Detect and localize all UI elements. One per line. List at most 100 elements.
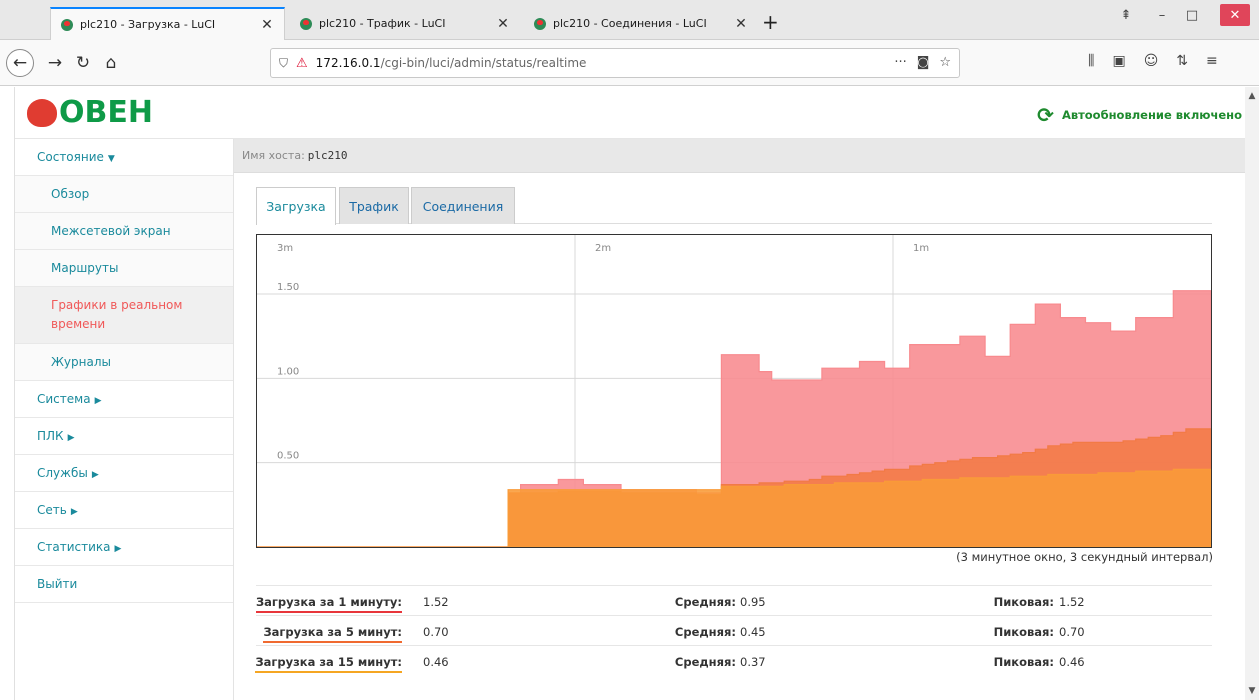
hostname-bar: Имя хоста: plc210 [234, 139, 1246, 173]
caret-right-icon: ▶ [91, 470, 99, 480]
stats-row-15min: Загрузка за 15 минут: 0.46 Средняя: 0.37… [255, 645, 1212, 675]
insecure-lock-icon: ⚠ [296, 55, 308, 71]
maximize-button[interactable]: □ [1182, 4, 1202, 26]
close-tab-icon[interactable]: ✕ [496, 16, 510, 32]
minimize-button[interactable]: – [1152, 4, 1172, 26]
load-5min-value: 0.70 [423, 625, 449, 639]
load-1min-avg: 0.95 [740, 595, 766, 609]
luci-page: ОВЕН ⟳ Автообновление включено Состояние… [14, 87, 1246, 700]
x-tick-label: 3m [277, 243, 293, 254]
sidebar-item-status[interactable]: Состояние ▼ [15, 139, 233, 176]
back-button[interactable]: ← [6, 49, 34, 77]
autorefresh-label: Автообновление включено [1061, 108, 1242, 122]
sidebar-item-statistics[interactable]: Статистика ▶ [15, 529, 233, 566]
reload-button[interactable]: ↻ [70, 50, 96, 76]
logo-text: ОВЕН [59, 95, 153, 130]
avg-label: Средняя: [674, 625, 736, 639]
load-15min-avg: 0.37 [740, 655, 766, 669]
peak-label: Пиковая: [993, 595, 1054, 609]
account-icon[interactable]: ☺ [1144, 53, 1159, 69]
pin-icon[interactable]: ⇞ [1116, 4, 1136, 26]
sidebar-item-network[interactable]: Сеть ▶ [15, 492, 233, 529]
x-tick-label: 1m [913, 243, 929, 254]
scroll-down-icon[interactable]: ▼ [1245, 686, 1259, 696]
library-icon[interactable]: ⫼ [1088, 53, 1094, 69]
new-tab-button[interactable]: + [762, 12, 779, 32]
browser-tab-traffic[interactable]: plc210 - Трафик - LuCI ✕ [290, 7, 520, 40]
oven-logo[interactable]: ОВЕН [27, 97, 153, 129]
page-scrollbar[interactable]: ▲ ▼ [1245, 87, 1259, 700]
sidebar-menu: Состояние ▼ Обзор Межсетевой экран Маршру… [15, 139, 234, 700]
browser-tab-title: plc210 - Загрузка - LuCI [80, 18, 216, 31]
peak-label: Пиковая: [993, 655, 1054, 669]
pocket-icon[interactable]: ◙ [917, 55, 930, 70]
caret-down-icon: ▼ [107, 154, 115, 164]
avg-label: Средняя: [674, 655, 736, 669]
load-1min-value: 1.52 [423, 595, 449, 609]
load-15min-peak: 0.46 [1059, 655, 1085, 669]
caret-right-icon: ▶ [67, 433, 75, 443]
stats-row-5min: Загрузка за 5 минут: 0.70 Средняя: 0.45 … [256, 615, 1212, 645]
sidebar-item-logs[interactable]: Журналы [15, 344, 233, 381]
browser-tab-load[interactable]: plc210 - Загрузка - LuCI ✕ [50, 7, 285, 40]
scroll-up-icon[interactable]: ▲ [1245, 91, 1259, 101]
caret-right-icon: ▶ [94, 396, 102, 406]
caret-right-icon: ▶ [114, 544, 122, 554]
forward-button[interactable]: → [42, 50, 68, 76]
window-close-button[interactable]: ✕ [1220, 4, 1250, 26]
bookmark-star-icon[interactable]: ☆ [939, 55, 951, 70]
url-bar[interactable]: ⛉ ⚠ 172.16.0.1/cgi-bin/luci/admin/status… [270, 48, 960, 78]
y-tick-label: 1.00 [277, 366, 299, 377]
luci-favicon-icon [300, 17, 312, 30]
tab-connections[interactable]: Соединения [411, 187, 515, 224]
peak-label: Пиковая: [993, 625, 1054, 639]
autorefresh-toggle[interactable]: ⟳ Автообновление включено [1037, 103, 1242, 127]
hostname-value: plc210 [307, 149, 348, 162]
chart-note: (3 минутное окно, 3 секундный интервал) [956, 550, 1213, 564]
sidebar-item-overview[interactable]: Обзор [15, 176, 233, 213]
load-5min-peak: 0.70 [1059, 625, 1085, 639]
y-tick-label: 0.50 [277, 451, 299, 462]
load-5min-label: Загрузка за 5 минут: [263, 625, 402, 643]
hostname-label: Имя хоста: [242, 149, 305, 162]
load-chart-svg: 3m 2m 1m 1.50 1.00 0.50 [257, 235, 1211, 547]
x-tick-label: 2m [595, 243, 611, 254]
caret-right-icon: ▶ [70, 507, 78, 517]
sidebar-item-routes[interactable]: Маршруты [15, 250, 233, 287]
sidebar-icon[interactable]: ▣ [1112, 53, 1125, 69]
avg-label: Средняя: [674, 595, 736, 609]
page-header: ОВЕН ⟳ Автообновление включено [15, 87, 1246, 139]
sidebar-item-services[interactable]: Службы ▶ [15, 455, 233, 492]
browser-tab-title: plc210 - Трафик - LuCI [319, 17, 446, 30]
browser-tab-connections[interactable]: plc210 - Соединения - LuCI ✕ [524, 7, 758, 40]
tab-traffic[interactable]: Трафик [339, 187, 409, 224]
load-5min-avg: 0.45 [740, 625, 766, 639]
close-tab-icon[interactable]: ✕ [734, 16, 748, 32]
sidebar-item-logout[interactable]: Выйти [15, 566, 233, 603]
extensions-icon[interactable]: ⇅ [1176, 53, 1188, 69]
sidebar-item-system[interactable]: Система ▶ [15, 381, 233, 418]
y-tick-label: 1.50 [277, 282, 299, 293]
load-stats-table: Загрузка за 1 минуту: 1.52 Средняя: 0.95… [255, 585, 1212, 675]
stats-row-1min: Загрузка за 1 минуту: 1.52 Средняя: 0.95… [255, 585, 1212, 615]
logo-heart-icon [27, 99, 57, 127]
browser-tab-title: plc210 - Соединения - LuCI [553, 17, 707, 30]
load-15min-label: Загрузка за 15 минут: [255, 655, 402, 673]
menu-icon[interactable]: ≡ [1206, 53, 1218, 69]
browser-tabstrip: plc210 - Загрузка - LuCI ✕ plc210 - Траф… [0, 0, 1259, 40]
load-1min-peak: 1.52 [1059, 595, 1085, 609]
sidebar-item-realtime-graphs[interactable]: Графики в реальном времени [15, 287, 233, 344]
close-tab-icon[interactable]: ✕ [260, 17, 274, 33]
home-button[interactable]: ⌂ [98, 50, 124, 76]
url-path: /cgi-bin/luci/admin/status/realtime [380, 56, 587, 70]
browser-navbar: ← → ↻ ⌂ ⛉ ⚠ 172.16.0.1/cgi-bin/luci/admi… [0, 40, 1259, 86]
load-1min-label: Загрузка за 1 минуту: [255, 595, 402, 613]
shield-icon: ⛉ [279, 55, 289, 70]
load-chart: 3m 2m 1m 1.50 1.00 0.50 [256, 234, 1212, 548]
page-actions-icon[interactable]: ··· [894, 55, 906, 70]
sidebar-item-plc[interactable]: ПЛК ▶ [15, 418, 233, 455]
luci-favicon-icon [534, 17, 546, 30]
sidebar-item-firewall[interactable]: Межсетевой экран [15, 213, 233, 250]
tab-load[interactable]: Загрузка [256, 187, 336, 225]
main-content: Имя хоста: plc210 Загрузка Трафик Соедине… [234, 139, 1246, 700]
